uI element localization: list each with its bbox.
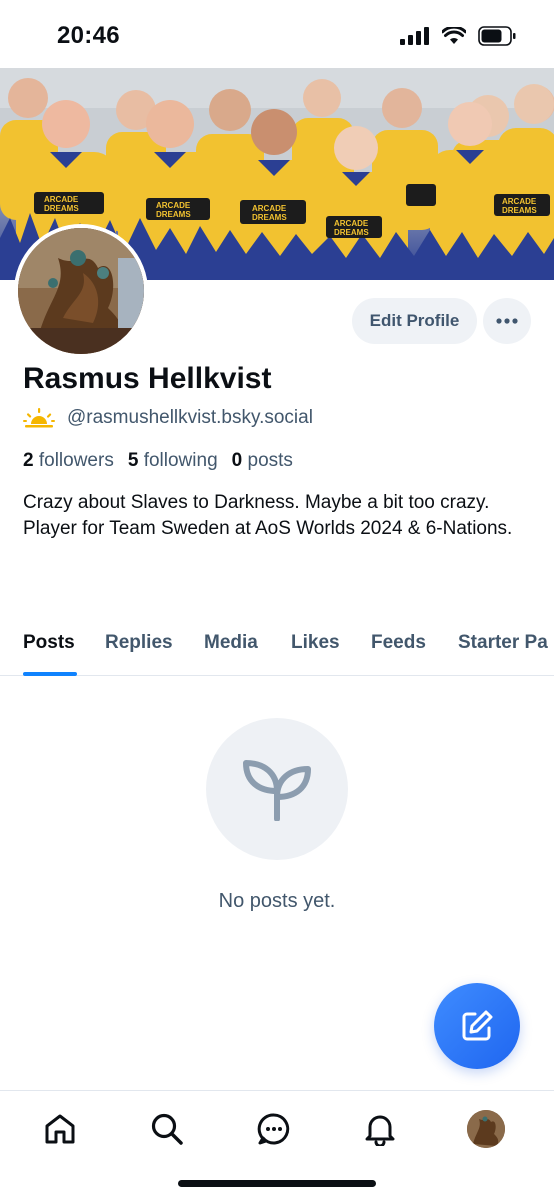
avatar-image bbox=[18, 228, 144, 354]
banner-logo-text: ARCADE bbox=[502, 197, 537, 206]
status-bar: 20:46 bbox=[0, 0, 554, 68]
followers-label: followers bbox=[38, 450, 114, 471]
following-stat[interactable]: 5 following bbox=[128, 450, 218, 472]
followers-count: 2 bbox=[23, 450, 34, 471]
banner-logo-text: ARCADE bbox=[44, 195, 79, 204]
nav-notifications[interactable] bbox=[360, 1109, 400, 1149]
tab-media[interactable]: Media bbox=[204, 632, 258, 654]
empty-state-illustration bbox=[206, 718, 348, 860]
avatar-thumb-image bbox=[467, 1110, 505, 1148]
following-count: 5 bbox=[127, 450, 139, 471]
status-icons bbox=[400, 26, 516, 46]
home-icon bbox=[45, 1114, 75, 1144]
status-time: 20:46 bbox=[57, 22, 120, 49]
profile-stats: 2 followers 5 following 0 posts bbox=[23, 450, 293, 472]
banner-logo-text: ARCADE bbox=[252, 204, 287, 213]
search-icon bbox=[151, 1113, 183, 1145]
banner-logo-text: DREAMS bbox=[252, 213, 287, 222]
banner-logo-text: ARCADE bbox=[156, 201, 191, 210]
banner-logo-text: DREAMS bbox=[334, 228, 369, 237]
nav-home[interactable] bbox=[40, 1109, 80, 1149]
banner-logo-text: DREAMS bbox=[44, 204, 79, 213]
nav-profile[interactable] bbox=[466, 1109, 506, 1149]
nav-search[interactable] bbox=[147, 1109, 187, 1149]
posts-count: 0 bbox=[231, 450, 243, 471]
empty-state-text: No posts yet. bbox=[218, 890, 336, 912]
posts-stat: 0 posts bbox=[232, 450, 293, 472]
compose-icon bbox=[462, 1010, 493, 1041]
home-indicator bbox=[178, 1180, 376, 1187]
nav-chat[interactable] bbox=[254, 1109, 294, 1149]
profile-avatar[interactable] bbox=[14, 224, 148, 358]
tab-posts[interactable]: Posts bbox=[23, 632, 75, 654]
battery-icon bbox=[478, 26, 516, 46]
sunrise-icon bbox=[23, 408, 55, 428]
compose-post-button[interactable] bbox=[434, 983, 520, 1069]
chat-icon bbox=[257, 1113, 290, 1145]
following-label: following bbox=[143, 450, 218, 471]
profile-handle[interactable]: @rasmushellkvist.bsky.social bbox=[67, 407, 313, 429]
posts-label: posts bbox=[247, 450, 293, 471]
more-options-button[interactable] bbox=[483, 298, 531, 344]
active-tab-indicator bbox=[23, 672, 77, 676]
tab-likes[interactable]: Likes bbox=[291, 632, 340, 654]
profile-tabs: Posts Replies Media Likes Feeds Starter … bbox=[0, 620, 554, 676]
tab-replies[interactable]: Replies bbox=[105, 632, 173, 654]
profile-avatar-small bbox=[467, 1110, 505, 1148]
tab-feeds[interactable]: Feeds bbox=[371, 632, 426, 654]
wifi-icon bbox=[442, 27, 466, 44]
tab-starter-packs[interactable]: Starter Pa bbox=[458, 632, 554, 654]
ellipsis-icon bbox=[496, 318, 518, 324]
cellular-signal-icon bbox=[400, 27, 429, 45]
banner-logo-text: ARCADE bbox=[334, 219, 369, 228]
banner-logo-text: DREAMS bbox=[502, 206, 537, 215]
banner-logo-text: DREAMS bbox=[156, 210, 191, 219]
sprout-icon bbox=[243, 760, 311, 821]
followers-stat[interactable]: 2 followers bbox=[23, 450, 114, 472]
edit-profile-button[interactable]: Edit Profile bbox=[352, 298, 477, 344]
display-name: Rasmus Hellkvist bbox=[23, 362, 272, 395]
handle-row: @rasmushellkvist.bsky.social bbox=[23, 406, 313, 430]
profile-bio: Crazy about Slaves to Darkness. Maybe a … bbox=[23, 492, 513, 539]
bell-icon bbox=[365, 1115, 395, 1146]
